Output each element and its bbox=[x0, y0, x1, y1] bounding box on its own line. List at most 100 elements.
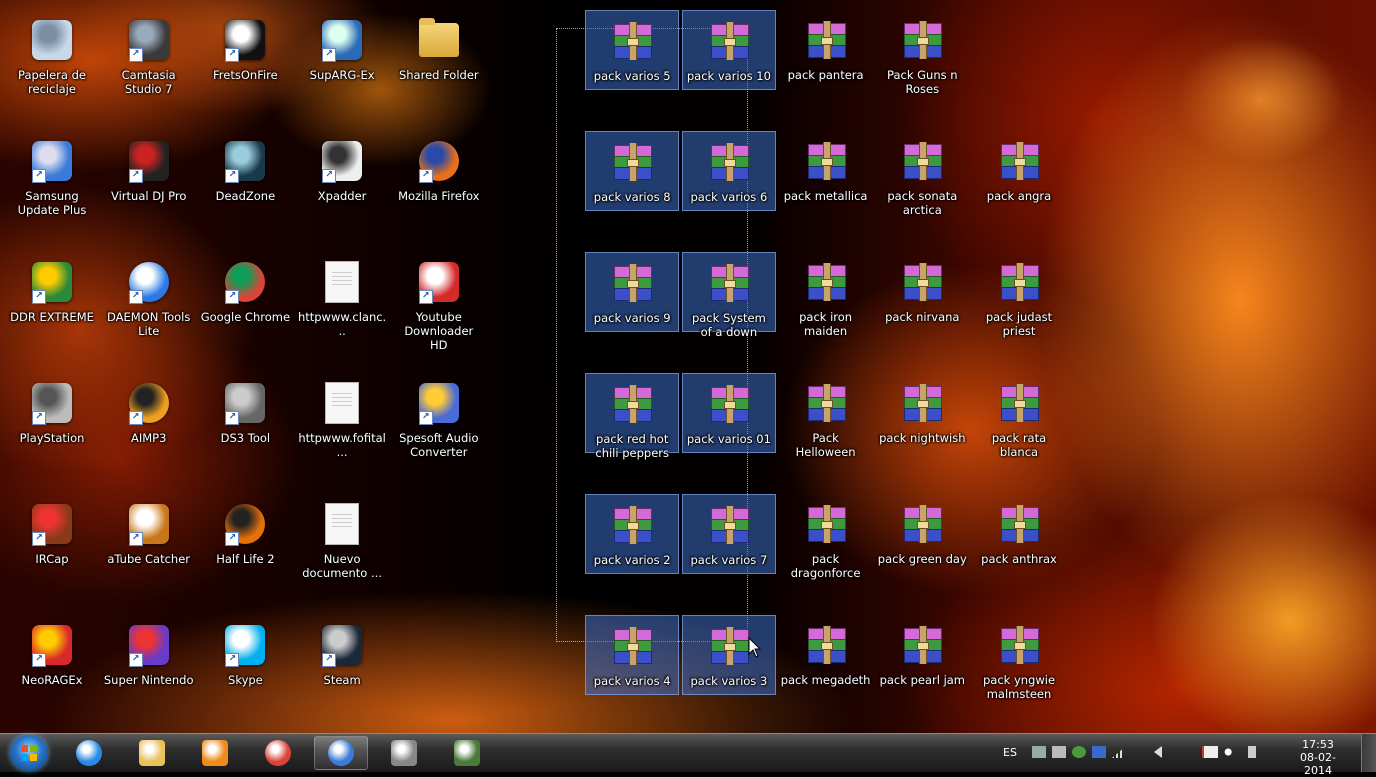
desktop-icon-pack-pearl-jam[interactable]: pack pearl jam bbox=[875, 615, 969, 695]
desktop[interactable]: Papelera de reciclaje ↗ Camtasia Studio 7 ↗… bbox=[0, 0, 1376, 733]
desktop-icon-super-nintendo[interactable]: ↗ Super Nintendo bbox=[102, 615, 196, 695]
desktop-icon-deadzone[interactable]: ↗ DeadZone bbox=[198, 131, 292, 211]
winrar-archive-icon bbox=[608, 501, 656, 549]
desktop-icon-pack-varios-4[interactable]: pack varios 4 bbox=[585, 615, 680, 695]
shortcut-arrow-icon: ↗ bbox=[322, 653, 337, 667]
desktop-icon-mozilla-firefox[interactable]: ↗ Mozilla Firefox bbox=[392, 131, 486, 211]
desktop-icon-pack-varios-6[interactable]: pack varios 6 bbox=[681, 131, 776, 211]
desktop-icon-label: IRCap bbox=[35, 552, 69, 566]
desktop-icon-atube-catcher[interactable]: ↗ aTube Catcher bbox=[102, 494, 196, 574]
desktop-icon-spesoft-audio-converter[interactable]: ↗ Spesoft Audio Converter bbox=[392, 373, 486, 459]
fretsonfire-icon: ↗ bbox=[221, 16, 269, 64]
tray-app-icon-3[interactable] bbox=[1072, 746, 1086, 758]
shortcut-arrow-icon: ↗ bbox=[128, 411, 143, 425]
desktop-icon-pack-nightwish[interactable]: pack nightwish bbox=[875, 373, 969, 453]
desktop-icon-half-life-2[interactable]: ↗ Half Life 2 bbox=[198, 494, 292, 574]
desktop-icon-pack-pantera[interactable]: pack pantera bbox=[779, 10, 873, 90]
desktop-icon-pack-varios-7[interactable]: pack varios 7 bbox=[681, 494, 776, 574]
desktop-icon-samsung-update-plus[interactable]: ↗ Samsung Update Plus bbox=[5, 131, 99, 217]
volume-icon[interactable] bbox=[1224, 746, 1238, 758]
desktop-icon-pack-judast-priest[interactable]: pack judast priest bbox=[972, 252, 1066, 338]
show-hidden-icons-icon[interactable] bbox=[1154, 746, 1162, 758]
shortcut-arrow-icon: ↗ bbox=[418, 169, 433, 183]
winrar-archive-icon bbox=[608, 622, 656, 670]
desktop-icon-skype[interactable]: ↗ Skype bbox=[198, 615, 292, 695]
desktop-icon-pack-rata-blanca[interactable]: pack rata blanca bbox=[972, 373, 1066, 459]
desktop-icon-label: AIMP3 bbox=[130, 431, 167, 445]
document-icon bbox=[318, 258, 366, 306]
taskbar-camtasia-recorder-button[interactable] bbox=[314, 736, 368, 770]
desktop-icon-pack-varios-9[interactable]: pack varios 9 bbox=[585, 252, 680, 332]
signal-icon[interactable] bbox=[1112, 746, 1126, 758]
desktop-icon-ircap[interactable]: ↗ IRCap bbox=[5, 494, 99, 574]
action-center-flag-icon[interactable] bbox=[1202, 746, 1218, 758]
desktop-icon-pack-nirvana[interactable]: pack nirvana bbox=[875, 252, 969, 332]
desktop-icon-pack-green-day[interactable]: pack green day bbox=[875, 494, 969, 574]
desktop-icon-papelera-de-reciclaje[interactable]: Papelera de reciclaje bbox=[5, 10, 99, 96]
desktop-icon-pack-varios-10[interactable]: pack varios 10 bbox=[681, 10, 776, 90]
desktop-icon-label: pack rata blanca bbox=[991, 431, 1047, 459]
taskbar-media-player-button[interactable] bbox=[188, 736, 242, 770]
desktop-icon-httpwww-clanc[interactable]: httpwww.clanc... bbox=[295, 252, 389, 338]
tray-app-icon-2[interactable] bbox=[1052, 746, 1066, 758]
desktop-icon-pack-metallica[interactable]: pack metallica bbox=[779, 131, 873, 211]
desktop-icon-pack-sonata-arctica[interactable]: pack sonata arctica bbox=[875, 131, 969, 217]
desktop-icon-label: Pack Helloween bbox=[795, 431, 856, 459]
clock[interactable]: 17:53 08-02-2014 bbox=[1288, 738, 1348, 777]
desktop-icon-pack-varios-2[interactable]: pack varios 2 bbox=[585, 494, 680, 574]
winrar-archive-icon bbox=[995, 500, 1043, 548]
desktop-icon-pack-megadeth[interactable]: pack megadeth bbox=[779, 615, 873, 695]
desktop-icon-pack-anthrax[interactable]: pack anthrax bbox=[972, 494, 1066, 574]
desktop-icon-httpwww-fofital[interactable]: httpwww.fofital... bbox=[295, 373, 389, 459]
desktop-icon-playstation[interactable]: ↗ PlayStation bbox=[5, 373, 99, 453]
desktop-icon-steam[interactable]: ↗ Steam bbox=[295, 615, 389, 695]
desktop-icon-pack-iron-maiden[interactable]: pack iron maiden bbox=[779, 252, 873, 338]
tray-app-icon-1[interactable] bbox=[1032, 746, 1046, 758]
desktop-icon-shared-folder[interactable]: Shared Folder bbox=[392, 10, 486, 90]
desktop-icon-virtual-dj-pro[interactable]: ↗ Virtual DJ Pro bbox=[102, 131, 196, 211]
desktop-icon-fretsonfire[interactable]: ↗ FretsOnFire bbox=[198, 10, 292, 90]
winrar-archive-icon bbox=[995, 137, 1043, 185]
taskbar-gamepad-app-button[interactable] bbox=[377, 736, 431, 770]
desktop-icon-pack-varios-8[interactable]: pack varios 8 bbox=[585, 131, 680, 211]
desktop-icon-aimp3[interactable]: ↗ AIMP3 bbox=[102, 373, 196, 453]
desktop-icon-pack-dragonforce[interactable]: pack dragonforce bbox=[779, 494, 873, 580]
winrar-archive-icon bbox=[705, 17, 753, 65]
desktop-icon-pack-angra[interactable]: pack angra bbox=[972, 131, 1066, 211]
zsnes-icon: ↗ bbox=[125, 621, 173, 669]
desktop-icon-label: pack varios 5 bbox=[593, 69, 671, 83]
desktop-icon-google-chrome[interactable]: ↗ Google Chrome bbox=[198, 252, 292, 332]
desktop-icon-ds3-tool[interactable]: ↗ DS3 Tool bbox=[198, 373, 292, 453]
desktop-icon-pack-guns-n-roses[interactable]: Pack Guns n Roses bbox=[875, 10, 969, 96]
desktop-icon-pack-yngwie-malmsteen[interactable]: pack yngwie malmsteen bbox=[972, 615, 1066, 701]
language-indicator[interactable]: ES bbox=[1003, 746, 1017, 759]
desktop-icon-pack-helloween[interactable]: Pack Helloween bbox=[779, 373, 873, 459]
document-icon bbox=[318, 500, 366, 548]
desktop-icon-nuevo-documento[interactable]: Nuevo documento ... bbox=[295, 494, 389, 580]
winrar-archive-icon bbox=[705, 380, 753, 428]
taskbar-file-explorer-button[interactable] bbox=[125, 736, 179, 770]
desktop-icon-pack-system-of-a-down[interactable]: pack System of a down bbox=[681, 252, 776, 339]
start-button[interactable] bbox=[10, 735, 48, 771]
desktop-icon-pack-varios-5[interactable]: pack varios 5 bbox=[585, 10, 680, 90]
power-icon[interactable] bbox=[1248, 746, 1256, 758]
desktop-icon-daemon-tools-lite[interactable]: ↗ DAEMON Tools Lite bbox=[102, 252, 196, 338]
show-desktop-button[interactable] bbox=[1361, 734, 1376, 772]
ircap-icon: ↗ bbox=[28, 500, 76, 548]
shortcut-arrow-icon: ↗ bbox=[32, 653, 46, 667]
taskbar-internet-explorer-button[interactable] bbox=[62, 736, 116, 770]
tray-app-icon-4[interactable] bbox=[1092, 746, 1106, 758]
desktop-icon-ddr-extreme[interactable]: ↗ DDR EXTREME bbox=[5, 252, 99, 332]
desktop-icon-suparg-ex[interactable]: ↗ SupARG-Ex bbox=[295, 10, 389, 90]
desktop-icon-pack-varios-01[interactable]: pack varios 01 bbox=[681, 373, 776, 453]
winrar-archive-icon bbox=[995, 621, 1043, 669]
desktop-icon-xpadder[interactable]: ↗ Xpadder bbox=[295, 131, 389, 211]
taskbar-camera-app-button[interactable] bbox=[440, 736, 494, 770]
desktop-icon-label: pack varios 8 bbox=[593, 190, 671, 204]
desktop-icon-pack-red-hot-chili-peppers[interactable]: pack red hot chili peppers bbox=[585, 373, 680, 460]
gamepad-icon: ↗ bbox=[221, 379, 269, 427]
taskbar-chrome-button[interactable] bbox=[251, 736, 305, 770]
desktop-icon-neoragex[interactable]: ↗ NeoRAGEx bbox=[5, 615, 99, 695]
desktop-icon-youtube-downloader-hd[interactable]: ↗ Youtube Downloader HD bbox=[392, 252, 486, 352]
desktop-icon-camtasia-studio-7[interactable]: ↗ Camtasia Studio 7 bbox=[102, 10, 196, 96]
